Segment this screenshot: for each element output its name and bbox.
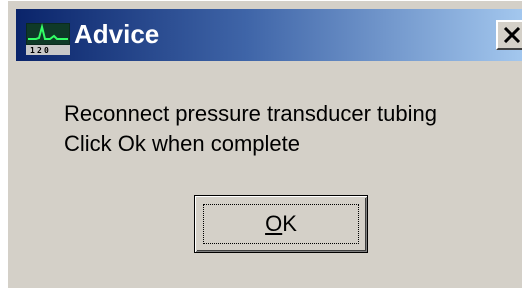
ok-button-label: OK bbox=[265, 211, 297, 237]
title-bar[interactable]: 1 2 0 Advice bbox=[16, 9, 522, 61]
close-button[interactable] bbox=[496, 20, 522, 50]
advice-dialog: 1 2 0 Advice Reconnect pressure transduc… bbox=[0, 0, 522, 288]
ok-label-rest: K bbox=[282, 211, 297, 236]
close-icon bbox=[503, 27, 521, 43]
window-title: Advice bbox=[74, 19, 160, 49]
waveform-app-icon: 1 2 0 bbox=[26, 23, 70, 55]
advice-message: Reconnect pressure transducer tubing Cli… bbox=[64, 99, 437, 159]
focus-rectangle: OK bbox=[203, 204, 359, 244]
message-line-2: Click Ok when complete bbox=[64, 131, 300, 156]
svg-text:0: 0 bbox=[44, 46, 49, 55]
message-line-1: Reconnect pressure transducer tubing bbox=[64, 101, 437, 126]
svg-text:2: 2 bbox=[37, 46, 42, 55]
svg-text:1: 1 bbox=[30, 46, 35, 55]
ok-mnemonic: O bbox=[265, 211, 283, 236]
ok-button[interactable]: OK bbox=[194, 195, 368, 253]
